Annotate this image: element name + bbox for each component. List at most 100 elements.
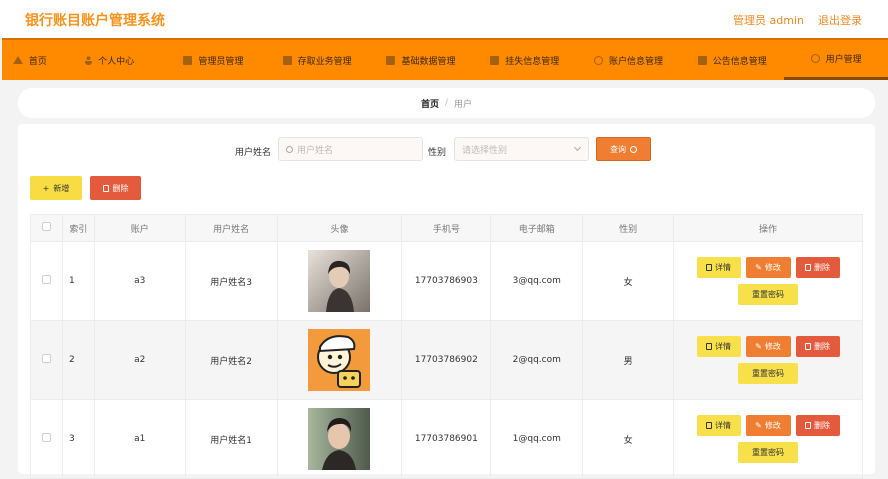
reset-password-button[interactable]: 重置密码 bbox=[738, 442, 799, 463]
reset-password-button[interactable]: 重置密码 bbox=[738, 284, 799, 305]
detail-button[interactable]: 详情 bbox=[696, 336, 741, 357]
cell-gender: 女 bbox=[582, 241, 675, 321]
plus-icon: + bbox=[42, 183, 50, 193]
detail-button[interactable]: 详情 bbox=[696, 257, 741, 278]
cell-account: a1 bbox=[93, 399, 186, 479]
table-row: 2 a2 用户姓名2 17703786902 2@qq.com 男 详情 ✎ 修… bbox=[30, 320, 863, 400]
cell-email: 1@qq.com bbox=[490, 399, 584, 479]
cell-gender: 男 bbox=[582, 320, 675, 400]
chevron-down-icon bbox=[573, 143, 582, 152]
user-area: 管理员 admin 退出登录 bbox=[733, 12, 862, 28]
cell-email: 2@qq.com bbox=[490, 320, 584, 400]
query-button[interactable]: 查询 bbox=[596, 137, 651, 161]
pencil-icon: ✎ bbox=[755, 342, 762, 351]
cell-account: a3 bbox=[93, 241, 186, 321]
nav-item-basic-data[interactable]: 基础数据管理 bbox=[369, 40, 473, 80]
trash-icon bbox=[805, 422, 812, 429]
gender-filter-label: 性别 bbox=[428, 148, 447, 158]
admin-user-link[interactable]: 管理员 admin bbox=[733, 12, 804, 28]
avatar[interactable] bbox=[308, 408, 371, 470]
nav-item-admin[interactable]: 管理员管理 bbox=[162, 40, 266, 80]
pencil-icon: ✎ bbox=[755, 263, 762, 272]
cell-email: 3@qq.com bbox=[490, 241, 584, 321]
nav-item-account-info[interactable]: 账户信息管理 bbox=[577, 40, 681, 80]
folder-icon bbox=[282, 55, 292, 65]
row-checkbox[interactable] bbox=[41, 354, 51, 363]
reset-password-button[interactable]: 重置密码 bbox=[738, 363, 799, 384]
users-table: 索引 账户 用户姓名 头像 手机号 电子邮箱 性别 操作 1 a3 用户姓名3 bbox=[30, 214, 863, 479]
grid-icon bbox=[697, 55, 707, 65]
table-row: 3 a1 用户姓名1 17703786901 1@qq.com 女 详情 ✎ 修… bbox=[30, 399, 863, 479]
name-search-input[interactable]: 用户姓名 bbox=[278, 137, 423, 161]
person-icon bbox=[85, 55, 93, 65]
edit-button[interactable]: ✎ 修改 bbox=[745, 415, 791, 436]
cell-index: 3 bbox=[61, 399, 95, 479]
header-email: 电子邮箱 bbox=[490, 214, 584, 242]
nav-item-profile[interactable]: 个人中心 bbox=[58, 40, 162, 80]
delete-button[interactable]: 删除 bbox=[795, 257, 840, 278]
cell-name: 用户姓名3 bbox=[184, 241, 278, 321]
app-title: 银行账目账户管理系统 bbox=[25, 13, 165, 29]
breadcrumb-home[interactable]: 首页 bbox=[421, 97, 439, 110]
cell-phone: 17703786901 bbox=[401, 399, 492, 479]
delete-button[interactable]: 删除 bbox=[795, 415, 840, 436]
search-icon bbox=[630, 145, 637, 153]
doc-icon bbox=[706, 422, 713, 429]
cell-account: a2 bbox=[93, 320, 186, 400]
cell-index: 2 bbox=[61, 320, 95, 400]
header-name: 用户姓名 bbox=[184, 214, 278, 242]
cell-name: 用户姓名2 bbox=[184, 320, 278, 400]
header-avatar: 头像 bbox=[276, 214, 403, 242]
select-all-cell bbox=[30, 214, 63, 242]
avatar[interactable] bbox=[308, 329, 371, 391]
edit-button[interactable]: ✎ 修改 bbox=[745, 257, 791, 278]
nav-item-users[interactable]: 用户管理 bbox=[784, 40, 888, 80]
circle-icon bbox=[810, 54, 820, 63]
header-account: 账户 bbox=[93, 214, 186, 242]
select-all-checkbox[interactable] bbox=[41, 222, 51, 231]
batch-delete-button[interactable]: 删除 bbox=[90, 176, 141, 200]
table-header: 索引 账户 用户姓名 头像 手机号 电子邮箱 性别 操作 bbox=[30, 214, 863, 242]
doc-icon bbox=[490, 55, 500, 65]
cell-gender: 女 bbox=[582, 399, 675, 479]
home-icon bbox=[12, 56, 23, 64]
nav-item-deposit[interactable]: 存取业务管理 bbox=[265, 40, 369, 80]
detail-button[interactable]: 详情 bbox=[696, 415, 741, 436]
breadcrumb-current: 用户 bbox=[454, 99, 473, 110]
logout-link[interactable]: 退出登录 bbox=[818, 12, 862, 28]
trash-icon bbox=[102, 184, 109, 192]
gender-select[interactable]: 请选择性别 bbox=[454, 137, 589, 161]
cell-phone: 17703786903 bbox=[401, 241, 492, 321]
search-bar: 用户姓名 用户姓名 性别 请选择性别 查询 bbox=[18, 137, 875, 163]
main-nav: 首页 个人中心 管理员管理 存取业务管理 基础数据管理 挂失信息管理 账户信息管… bbox=[2, 38, 888, 80]
pencil-icon: ✎ bbox=[755, 421, 762, 430]
circle-icon bbox=[594, 55, 604, 65]
cell-name: 用户姓名1 bbox=[184, 399, 278, 479]
edit-button[interactable]: ✎ 修改 bbox=[745, 336, 791, 357]
content-panel: 用户姓名 用户姓名 性别 请选择性别 查询 + 新增 删除 索引 账户 用户姓名… bbox=[18, 124, 875, 479]
cell-phone: 17703786902 bbox=[401, 320, 492, 400]
header-gender: 性别 bbox=[582, 214, 675, 242]
header-phone: 手机号 bbox=[401, 214, 492, 242]
search-icon bbox=[286, 145, 293, 153]
top-bar: 银行账目账户管理系统 管理员 admin 退出登录 bbox=[0, 0, 888, 38]
trash-icon bbox=[805, 264, 812, 271]
header-actions: 操作 bbox=[673, 214, 863, 242]
header-index: 索引 bbox=[61, 214, 95, 242]
doc-icon bbox=[706, 343, 713, 350]
breadcrumb: 首页 / 用户 bbox=[18, 88, 875, 118]
name-filter-label: 用户姓名 bbox=[235, 148, 272, 158]
nav-item-loss-report[interactable]: 挂失信息管理 bbox=[473, 40, 577, 80]
nav-item-notice[interactable]: 公告信息管理 bbox=[680, 40, 784, 80]
add-button[interactable]: + 新增 bbox=[30, 176, 82, 200]
breadcrumb-separator: / bbox=[444, 98, 449, 108]
cell-index: 1 bbox=[61, 241, 95, 321]
avatar[interactable] bbox=[308, 250, 371, 312]
row-checkbox[interactable] bbox=[41, 275, 51, 284]
delete-button[interactable]: 删除 bbox=[795, 336, 840, 357]
nav-item-home[interactable]: 首页 bbox=[2, 40, 58, 80]
grid-icon bbox=[386, 55, 396, 65]
row-checkbox[interactable] bbox=[41, 433, 51, 442]
table-row: 1 a3 用户姓名3 17703786903 3@qq.com 女 详情 ✎ 修… bbox=[30, 241, 863, 321]
trash-icon bbox=[805, 343, 812, 350]
